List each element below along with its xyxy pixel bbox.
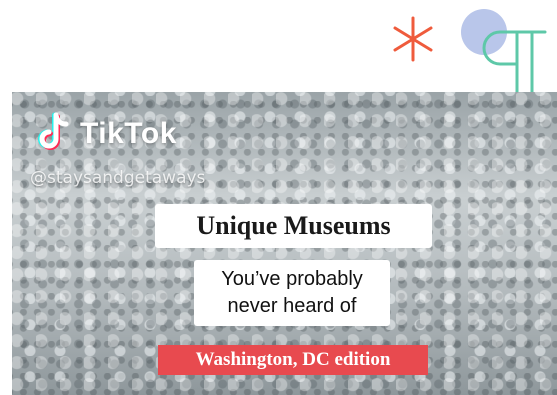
video-title: Unique Museums [155, 204, 432, 248]
subtitle-line-2: never heard of [227, 295, 357, 317]
edition-banner: Washington, DC edition [158, 345, 428, 375]
video-subtitle: You’ve probably never heard of [194, 260, 390, 326]
video-frame[interactable]: TikTok @staysandgetaways Unique Museums … [12, 92, 557, 395]
asterisk-decoration-icon [393, 16, 433, 62]
tiktok-brand-label: TikTok [80, 117, 177, 150]
subtitle-line-1: You’ve probably [221, 268, 363, 290]
creator-handle: @staysandgetaways [30, 168, 206, 188]
tiktok-note-icon [38, 112, 69, 150]
